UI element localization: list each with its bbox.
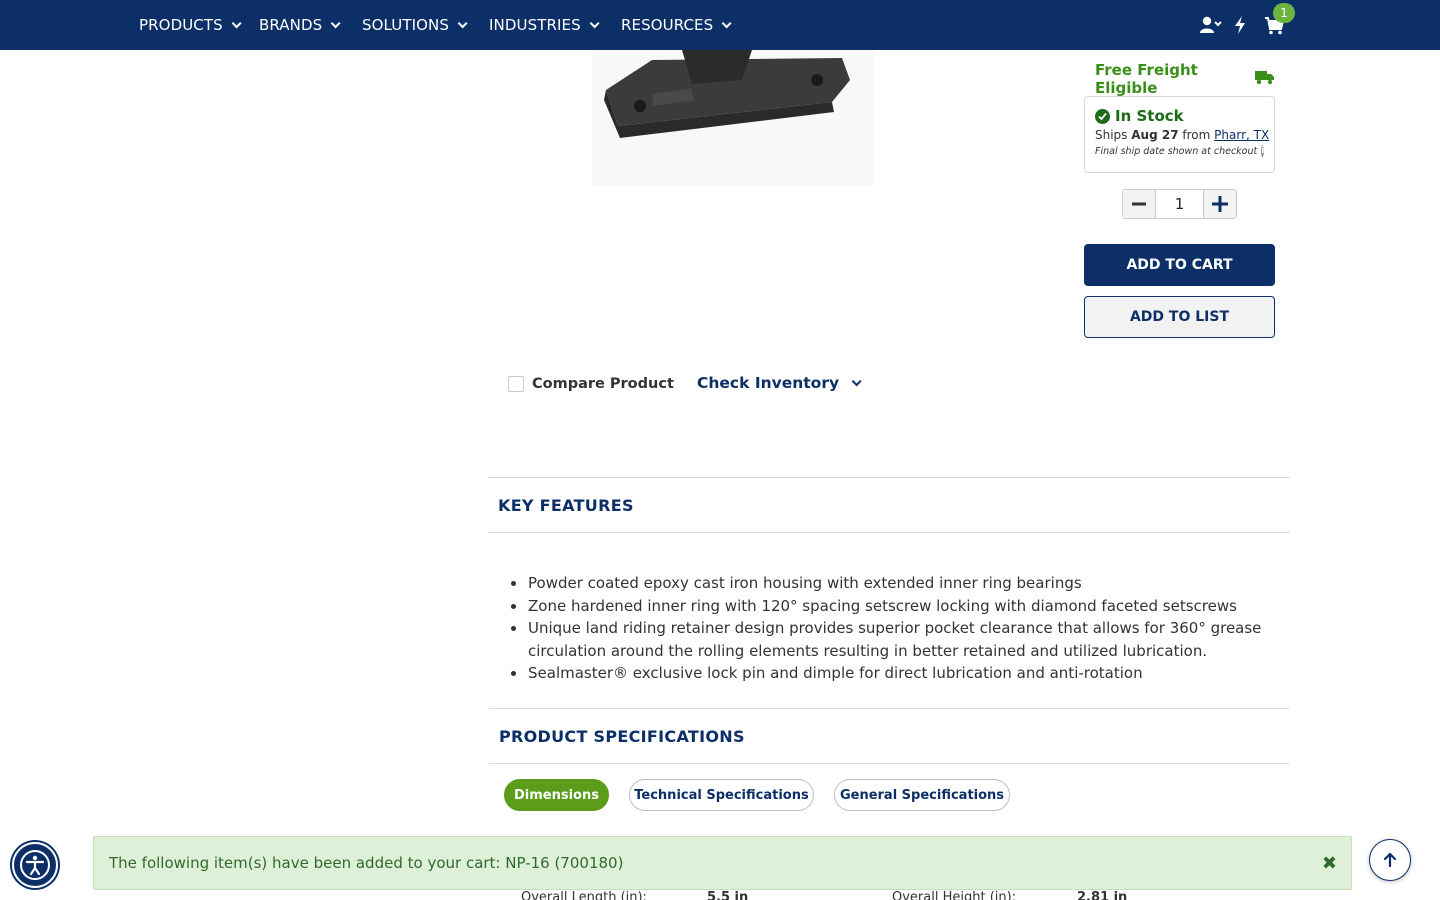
compare-product-toggle[interactable]: Compare Product <box>508 376 674 392</box>
top-nav-bar: PRODUCTS BRANDS SOLUTIONS INDUSTRIES RES… <box>0 0 1440 50</box>
chevron-down-icon <box>721 17 732 28</box>
chevron-down-icon <box>589 17 600 28</box>
spec-value-text: 2.81 in <box>1077 890 1128 900</box>
nav-solutions[interactable]: SOLUTIONS <box>362 0 468 50</box>
nav-products-label: PRODUCTS <box>139 16 223 34</box>
spec-value: 2.81 in <box>1077 890 1127 900</box>
spec-label: Overall Length (in): <box>521 890 647 900</box>
stock-info-box: In Stock Ships Aug 27 from Pharr, TX Fin… <box>1084 96 1275 173</box>
chevron-down-icon <box>457 17 468 28</box>
nav-products[interactable]: PRODUCTS <box>139 0 242 50</box>
ships-prefix: Ships <box>1095 128 1128 142</box>
divider <box>488 477 1290 478</box>
back-to-top-button[interactable] <box>1369 839 1411 881</box>
list-item: Powder coated epoxy cast iron housing wi… <box>527 572 1270 595</box>
list-item: Unique land riding retainer design provi… <box>527 617 1270 662</box>
arrow-up-icon <box>1383 852 1397 868</box>
nav-brands-label: BRANDS <box>259 16 323 34</box>
compare-product-label: Compare Product <box>532 376 674 392</box>
stock-status: In Stock <box>1095 107 1264 125</box>
increase-quantity-button[interactable] <box>1204 190 1236 218</box>
nav-solutions-label: SOLUTIONS <box>362 16 449 34</box>
nav-resources-label: RESOURCES <box>621 16 714 34</box>
free-freight-badge: Free Freight Eligible <box>1095 61 1275 97</box>
product-specifications-title[interactable]: PRODUCT SPECIFICATIONS <box>499 727 745 746</box>
check-inventory-dropdown[interactable]: Check Inventory <box>697 374 862 392</box>
nav-brands[interactable]: BRANDS <box>259 0 341 50</box>
final-ship-note: Final ship date shown at checkout i <box>1095 145 1265 157</box>
ship-date: Aug 27 <box>1131 128 1179 142</box>
chevron-down-icon <box>231 17 242 28</box>
nav-industries-label: INDUSTRIES <box>489 16 581 34</box>
cart-count-badge: 1 <box>1273 3 1295 23</box>
added-to-cart-toast: The following item(s) have been added to… <box>93 836 1352 890</box>
ship-info: Ships Aug 27 from Pharr, TX <box>1095 128 1269 142</box>
nav-resources[interactable]: RESOURCES <box>621 0 732 50</box>
ships-from: from <box>1182 128 1211 142</box>
chevron-down-icon <box>330 17 341 28</box>
key-features-title[interactable]: KEY FEATURES <box>498 496 634 515</box>
product-image <box>592 50 874 186</box>
decrease-quantity-button[interactable] <box>1123 190 1155 218</box>
minus-icon <box>1132 202 1146 206</box>
plus-icon <box>1212 196 1228 212</box>
spec-value: 5.5 in <box>707 890 748 900</box>
compare-checkbox[interactable] <box>508 376 524 392</box>
final-ship-note-text: Final ship date shown at checkout <box>1095 145 1258 157</box>
tab-dimensions[interactable]: Dimensions <box>504 779 609 811</box>
quick-order-bolt-icon[interactable] <box>1233 14 1247 36</box>
stock-status-label: In Stock <box>1115 107 1184 125</box>
toast-message: The following item(s) have been added to… <box>109 854 624 872</box>
truck-icon <box>1251 69 1275 89</box>
close-icon[interactable]: ✖ <box>1322 853 1337 874</box>
info-icon[interactable]: i <box>1261 145 1265 157</box>
tab-technical-specifications[interactable]: Technical Specifications <box>629 779 814 811</box>
accessibility-icon <box>20 850 50 880</box>
tab-general-specifications[interactable]: General Specifications <box>834 779 1010 811</box>
check-circle-icon <box>1095 108 1110 124</box>
list-item: Zone hardened inner ring with 120° spaci… <box>527 595 1270 618</box>
add-to-cart-button[interactable]: ADD TO CART <box>1084 244 1275 286</box>
spec-label: Overall Height (in): <box>892 890 1017 900</box>
quantity-stepper <box>1122 189 1237 219</box>
spec-value-text: 5.5 in <box>707 890 749 900</box>
accessibility-button[interactable] <box>12 842 58 888</box>
list-item: Sealmaster® exclusive lock pin and dimpl… <box>527 662 1270 685</box>
divider <box>489 763 1289 764</box>
key-features-list: Powder coated epoxy cast iron housing wi… <box>510 572 1270 685</box>
divider <box>488 532 1290 533</box>
divider <box>489 708 1289 709</box>
ship-location-link[interactable]: Pharr, TX <box>1214 128 1269 142</box>
free-freight-label: Free Freight Eligible <box>1095 61 1198 97</box>
quantity-input[interactable] <box>1155 190 1204 218</box>
nav-industries[interactable]: INDUSTRIES <box>489 0 600 50</box>
user-account-icon[interactable] <box>1199 14 1223 36</box>
check-inventory-label: Check Inventory <box>697 374 840 392</box>
add-to-list-button[interactable]: ADD TO LIST <box>1084 296 1275 338</box>
chevron-down-icon <box>851 375 862 386</box>
